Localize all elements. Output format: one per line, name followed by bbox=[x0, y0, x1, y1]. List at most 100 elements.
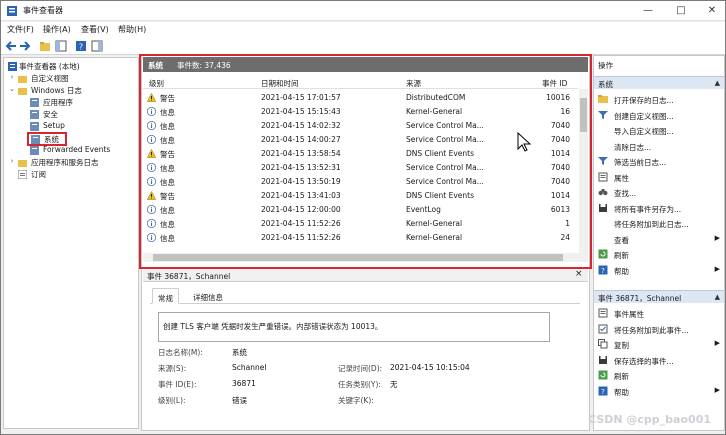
action-label: 清除日志... bbox=[614, 142, 652, 152]
event-message-box[interactable]: 创建 TLS 客户端 凭据时发生严重错误。内部错误状态为 10013。 bbox=[158, 312, 550, 342]
collapse-arrow-icon[interactable]: ⌄ bbox=[8, 85, 16, 93]
back-arrow-icon[interactable] bbox=[5, 40, 17, 52]
action-item[interactable]: 查找... bbox=[594, 185, 724, 199]
log-header-bar: 系统 事件数: 37,436 bbox=[143, 57, 588, 72]
tree-label-custom-views: 自定义视图 bbox=[31, 74, 69, 83]
action-item[interactable]: 清除日志... bbox=[594, 139, 724, 153]
tree-label-security: 安全 bbox=[43, 110, 58, 119]
action-label: 将任务附加到此事件... bbox=[614, 325, 689, 335]
maximize-button[interactable]: □ bbox=[674, 4, 688, 18]
menu-file[interactable]: 文件(F) bbox=[7, 24, 34, 35]
event-source: Kernel-General bbox=[406, 107, 463, 116]
empty-icon-slot bbox=[598, 218, 608, 228]
event-row[interactable]: 信息 2021-04-15 11:52:26 Kernel-General 24 bbox=[143, 231, 578, 244]
tree-node-application[interactable]: 应用程序 bbox=[30, 97, 136, 109]
event-source: DistributedCOM bbox=[406, 93, 466, 102]
action-item[interactable]: 保存选择的事件... bbox=[594, 353, 724, 367]
navigation-tree: 事件查看器 (本地) › 自定义视图 ⌄ Windows 日志 应用程序 安全 … bbox=[3, 57, 139, 429]
warning-icon bbox=[146, 148, 157, 158]
action-item[interactable]: 筛选当前日志... bbox=[594, 154, 724, 168]
scroll-thumb[interactable] bbox=[580, 98, 587, 132]
tree-label-subscriptions: 订阅 bbox=[31, 170, 46, 179]
svg-text:?: ? bbox=[79, 43, 83, 52]
forward-arrow-icon[interactable] bbox=[19, 40, 31, 52]
close-button[interactable]: ✕ bbox=[705, 4, 719, 18]
event-datetime: 2021-04-15 17:01:57 bbox=[261, 93, 341, 102]
folder-icon bbox=[18, 76, 27, 83]
action-item[interactable]: 创建自定义视图... bbox=[594, 108, 724, 122]
action-item[interactable]: 将任务附加到此日志... bbox=[594, 216, 724, 230]
tab-general[interactable]: 常规 bbox=[152, 288, 179, 304]
event-row[interactable]: 信息 2021-04-15 14:02:32 Service Control Ma.… bbox=[143, 119, 578, 132]
event-row[interactable]: 信息 2021-04-15 15:15:43 Kernel-General 16 bbox=[143, 105, 578, 118]
action-label: 帮助 bbox=[614, 387, 629, 397]
column-event-id[interactable]: 事件 ID bbox=[542, 78, 567, 89]
event-row[interactable]: 信息 2021-04-15 12:00:00 EventLog 6013 bbox=[143, 203, 578, 216]
action-item[interactable]: 刷新 bbox=[594, 368, 724, 382]
column-datetime[interactable]: 日期和时间 bbox=[261, 78, 299, 89]
event-row[interactable]: 警告 2021-04-15 13:41:03 DNS Client Events 10… bbox=[143, 189, 578, 202]
logged-label: 记录时间(D): bbox=[338, 364, 383, 373]
expand-arrow-icon[interactable]: › bbox=[8, 157, 16, 165]
collapse-caret-icon[interactable]: ▲ bbox=[715, 293, 720, 301]
menu-action[interactable]: 操作(A) bbox=[43, 24, 71, 35]
log-name-value: 系统 bbox=[232, 348, 247, 357]
column-level[interactable]: 级别 bbox=[149, 78, 164, 89]
actions-section-event[interactable]: 事件 36871，Schannel ▲ bbox=[594, 290, 724, 303]
action-item[interactable]: ? 帮助 ▶ bbox=[594, 263, 724, 277]
tree-label-system: 系统 bbox=[44, 135, 59, 144]
action-item[interactable]: 打开保存的日志... bbox=[594, 92, 724, 106]
event-row[interactable]: 警告 2021-04-15 17:01:57 DistributedCOM 10016 bbox=[143, 91, 578, 104]
log-name-label: 日志名称(M): bbox=[158, 348, 203, 357]
task-icon bbox=[598, 324, 608, 334]
scroll-thumb[interactable] bbox=[153, 254, 563, 261]
tree-node-root[interactable]: 事件查看器 (本地) bbox=[6, 61, 136, 73]
menu-help[interactable]: 帮助(H) bbox=[118, 24, 146, 35]
section-title: 事件 36871，Schannel bbox=[598, 294, 682, 303]
show-hide-tree-icon[interactable] bbox=[55, 40, 67, 52]
event-row[interactable]: 信息 2021-04-15 13:52:31 Service Control Ma.… bbox=[143, 161, 578, 174]
event-row[interactable]: 信息 2021-04-15 11:52:26 Kernel-General 1 bbox=[143, 217, 578, 230]
tree-node-custom-views[interactable]: › 自定义视图 bbox=[8, 73, 136, 85]
refresh-icon bbox=[598, 249, 608, 259]
close-detail-icon[interactable]: × bbox=[575, 269, 583, 279]
submenu-arrow-icon: ▶ bbox=[714, 339, 720, 347]
action-label: 事件属性 bbox=[614, 310, 644, 319]
subscription-icon bbox=[18, 170, 27, 179]
event-row[interactable]: 信息 2021-04-15 14:00:27 Service Control Ma.… bbox=[143, 133, 578, 146]
help-toolbar-icon[interactable]: ? bbox=[75, 40, 87, 52]
window-title: 事件查看器 bbox=[23, 6, 63, 15]
tree-node-security[interactable]: 安全 bbox=[30, 109, 136, 121]
tree-node-windows-logs[interactable]: ⌄ Windows 日志 bbox=[8, 85, 136, 97]
event-row[interactable]: 警告 2021-04-15 13:58:54 DNS Client Events 10… bbox=[143, 147, 578, 160]
action-item[interactable]: 将所有事件另存为... bbox=[594, 201, 724, 215]
vertical-scrollbar[interactable] bbox=[579, 89, 588, 262]
tree-node-system[interactable]: 系统 bbox=[27, 132, 67, 146]
action-item[interactable]: 属性 bbox=[594, 170, 724, 184]
minimize-button[interactable]: — bbox=[641, 4, 655, 18]
action-item[interactable]: 导入自定义视图... bbox=[594, 123, 724, 137]
event-datetime: 2021-04-15 13:58:54 bbox=[261, 149, 341, 158]
event-source: Service Control Ma... bbox=[406, 121, 484, 130]
action-item[interactable]: 刷新 bbox=[594, 247, 724, 261]
event-row[interactable]: 信息 2021-04-15 13:50:19 Service Control Ma.… bbox=[143, 175, 578, 188]
action-item[interactable]: 复制 ▶ bbox=[594, 337, 724, 351]
actions-section-system[interactable]: 系统 ▲ bbox=[594, 76, 724, 89]
horizontal-scrollbar[interactable] bbox=[143, 253, 579, 262]
action-item[interactable]: 查看 ▶ bbox=[594, 232, 724, 246]
expand-arrow-icon[interactable]: › bbox=[8, 73, 16, 81]
tree-node-forwarded-events[interactable]: Forwarded Events bbox=[30, 145, 136, 157]
show-hide-action-pane-icon[interactable] bbox=[91, 40, 103, 52]
action-item[interactable]: 事件属性 bbox=[594, 306, 724, 320]
tree-node-apps-services[interactable]: › 应用程序和服务日志 bbox=[8, 157, 136, 169]
menu-view[interactable]: 查看(V) bbox=[81, 24, 109, 35]
action-item[interactable]: 将任务附加到此事件... bbox=[594, 322, 724, 336]
save-icon bbox=[598, 355, 608, 365]
collapse-caret-icon[interactable]: ▲ bbox=[715, 79, 720, 87]
tree-node-subscriptions[interactable]: 订阅 bbox=[18, 169, 136, 181]
action-item[interactable]: ? 帮助 ▶ bbox=[594, 384, 724, 398]
up-folder-icon[interactable] bbox=[39, 40, 51, 52]
column-source[interactable]: 来源 bbox=[406, 78, 421, 89]
info-icon bbox=[146, 134, 157, 145]
tab-details[interactable]: 详细信息 bbox=[188, 288, 228, 304]
